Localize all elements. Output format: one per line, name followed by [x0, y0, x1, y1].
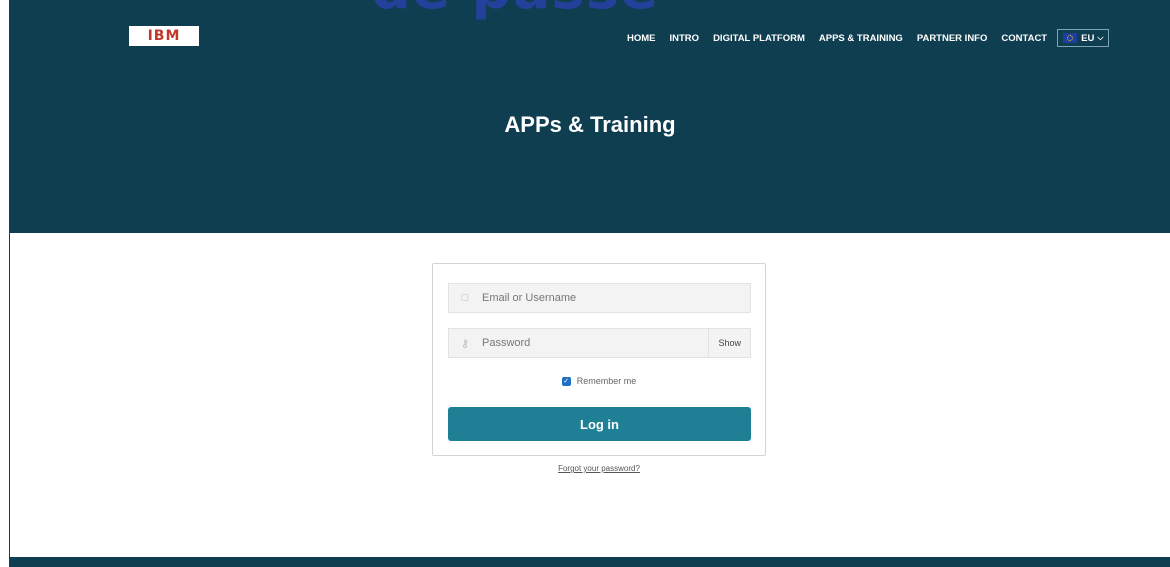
password-input[interactable] [480, 336, 709, 350]
nav-home[interactable]: HOME [627, 33, 656, 44]
eu-flag-icon [1063, 33, 1078, 43]
site-header: IBM HOME INTRO DIGITAL PLATFORM APPS & T… [10, 0, 1170, 233]
nav-digital-platform[interactable]: DIGITAL PLATFORM [713, 33, 805, 44]
show-password-button[interactable]: Show [708, 329, 750, 357]
overlay-text: de passe [355, 0, 675, 20]
site-footer [10, 557, 1170, 567]
user-icon: □ [461, 292, 469, 304]
logo-text: IBM [147, 28, 181, 44]
remember-checkbox[interactable]: ✓ [561, 376, 571, 386]
username-field: □ [448, 283, 751, 313]
nav-apps-training[interactable]: APPS & TRAINING [819, 33, 903, 44]
nav-intro[interactable]: INTRO [670, 33, 700, 44]
chevron-down-icon: ⌵ [1097, 33, 1104, 42]
site-logo[interactable]: IBM [129, 26, 199, 46]
language-selector[interactable]: EU ⌵ [1057, 29, 1110, 47]
left-border [9, 0, 10, 567]
remember-label: Remember me [576, 376, 637, 386]
login-card: □ ⚷ Show ✓ Remember me Log in [432, 263, 766, 456]
key-icon: ⚷ [460, 337, 470, 350]
language-label: EU [1081, 32, 1095, 44]
main-nav: HOME INTRO DIGITAL PLATFORM APPS & TRAIN… [627, 29, 1110, 47]
password-field: ⚷ Show [448, 328, 751, 358]
remember-me: ✓ Remember me [433, 376, 765, 386]
nav-contact[interactable]: CONTACT [1001, 33, 1047, 44]
login-button[interactable]: Log in [448, 407, 751, 441]
forgot-password-link[interactable]: Forgot your password? [432, 464, 766, 473]
nav-partner-info[interactable]: PARTNER INFO [917, 33, 988, 44]
username-input[interactable] [480, 291, 750, 305]
page-title: APPs & Training [504, 112, 676, 137]
